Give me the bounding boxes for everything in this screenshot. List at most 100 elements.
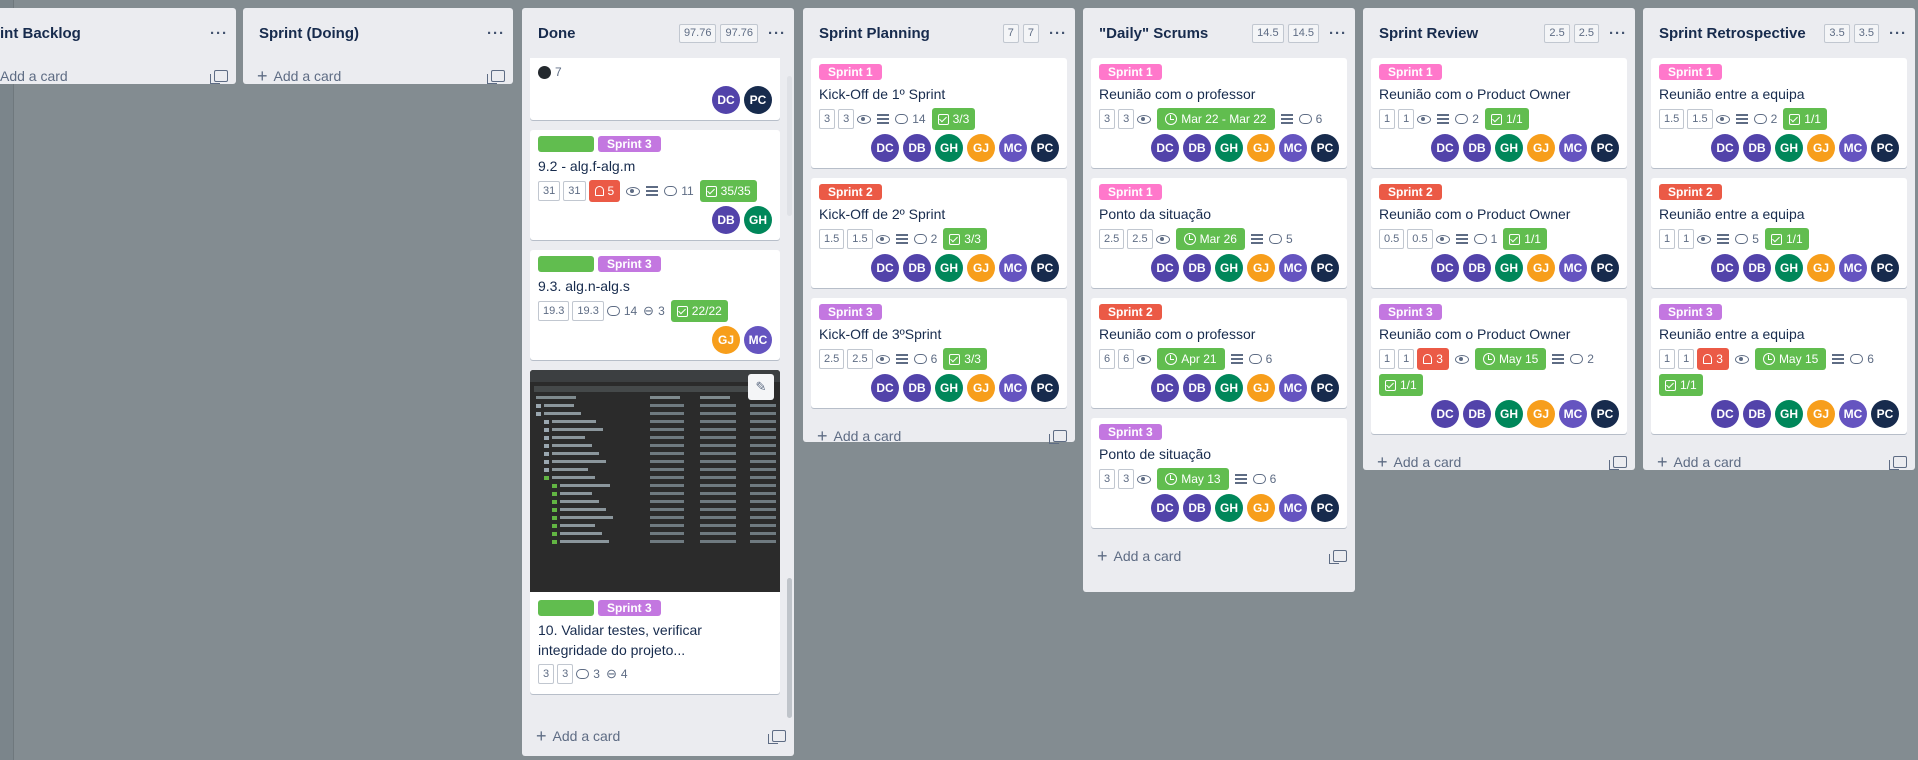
create-from-template-icon[interactable] — [1609, 456, 1627, 470]
avatar[interactable]: DC — [871, 254, 899, 282]
avatar[interactable]: MC — [1559, 400, 1587, 428]
list-scrollbar-thumb[interactable] — [787, 578, 792, 718]
add-card-button[interactable]: + Add a card — [1083, 538, 1355, 574]
avatar[interactable]: MC — [1559, 254, 1587, 282]
card[interactable]: Sprint 1 Kick-Off de 1º Sprint 3 3 14 3/3 DC DB… — [811, 58, 1067, 168]
avatar[interactable]: DC — [1151, 254, 1179, 282]
avatar[interactable]: GH — [1495, 134, 1523, 162]
avatar[interactable]: PC — [1871, 400, 1899, 428]
avatar[interactable]: MC — [1279, 134, 1307, 162]
avatar[interactable]: MC — [999, 254, 1027, 282]
card[interactable]: Sprint 1 Reunião com o Product Owner 1 1 2 1/… — [1371, 58, 1627, 168]
list-menu-icon[interactable]: ··· — [1329, 25, 1346, 42]
list-menu-icon[interactable]: ··· — [1049, 25, 1066, 42]
list-menu-icon[interactable]: ··· — [1889, 25, 1906, 42]
list-title[interactable]: Sprint (Doing) — [259, 25, 477, 42]
avatar[interactable]: DB — [1743, 134, 1771, 162]
avatar[interactable]: PC — [1591, 254, 1619, 282]
avatar[interactable]: PC — [1031, 374, 1059, 402]
avatar[interactable]: GH — [1215, 254, 1243, 282]
avatar[interactable]: DB — [1743, 400, 1771, 428]
card-partial[interactable]: 7 DC PC — [530, 58, 780, 120]
avatar[interactable]: DB — [1463, 254, 1491, 282]
card[interactable]: Sprint 2 Reunião com o professor 6 6 Apr 21 6… — [1091, 298, 1347, 408]
avatar[interactable]: DC — [712, 86, 740, 114]
avatar[interactable]: GJ — [712, 326, 740, 354]
avatar[interactable]: DB — [903, 134, 931, 162]
avatar[interactable]: GH — [1775, 400, 1803, 428]
card[interactable]: Sprint 3 Reunião com o Product Owner 1 1 3 Ma… — [1371, 298, 1627, 434]
card[interactable]: Sprint 2 Reunião com o Product Owner 0.5 0.… — [1371, 178, 1627, 288]
create-from-template-icon[interactable] — [1049, 430, 1067, 444]
avatar[interactable]: GH — [935, 374, 963, 402]
avatar[interactable]: DB — [1463, 400, 1491, 428]
avatar[interactable]: GJ — [967, 374, 995, 402]
avatar[interactable]: GH — [744, 206, 772, 234]
avatar[interactable]: GJ — [1527, 400, 1555, 428]
avatar[interactable]: DC — [1711, 400, 1739, 428]
avatar[interactable]: MC — [1279, 254, 1307, 282]
avatar[interactable]: PC — [1311, 254, 1339, 282]
avatar[interactable]: DC — [1151, 494, 1179, 522]
due-date-badge[interactable]: Mar 22 - Mar 22 — [1157, 108, 1275, 130]
avatar[interactable]: GJ — [1247, 374, 1275, 402]
avatar[interactable]: DB — [1183, 134, 1211, 162]
card[interactable]: Sprint 1 Reunião entre a equipa 1.5 1.5 2 1/1… — [1651, 58, 1907, 168]
avatar[interactable]: DC — [1711, 134, 1739, 162]
avatar[interactable]: GJ — [1247, 494, 1275, 522]
card[interactable]: Sprint 2 Reunião entre a equipa 1 1 5 1/1 DC DB… — [1651, 178, 1907, 288]
avatar[interactable]: GJ — [1247, 134, 1275, 162]
avatar[interactable]: MC — [1279, 494, 1307, 522]
avatar[interactable]: DC — [1151, 134, 1179, 162]
avatar[interactable]: MC — [1839, 254, 1867, 282]
avatar[interactable]: PC — [1031, 254, 1059, 282]
list-title[interactable]: "Daily" Scrums — [1099, 25, 1248, 42]
list-menu-icon[interactable]: ··· — [768, 25, 785, 42]
avatar[interactable]: PC — [1311, 374, 1339, 402]
avatar[interactable]: GH — [1775, 134, 1803, 162]
list-menu-icon[interactable]: ··· — [1609, 25, 1626, 42]
avatar[interactable]: GH — [1215, 134, 1243, 162]
avatar[interactable]: DC — [871, 374, 899, 402]
avatar[interactable]: GJ — [1247, 254, 1275, 282]
due-date-badge[interactable]: May 15 — [1754, 348, 1827, 370]
avatar[interactable]: GJ — [967, 134, 995, 162]
avatar[interactable]: GH — [1775, 254, 1803, 282]
create-from-template-icon[interactable] — [210, 70, 228, 84]
list-title[interactable]: Sprint Planning — [819, 25, 999, 42]
list-title[interactable]: Done — [538, 25, 675, 42]
avatar[interactable]: GH — [1215, 494, 1243, 522]
card[interactable]: Sprint 1 Ponto da situação 2.5 2.5 Mar 26 5 DC… — [1091, 178, 1347, 288]
create-from-template-icon[interactable] — [487, 70, 505, 84]
due-date-badge[interactable]: May 13 — [1157, 468, 1229, 490]
avatar[interactable]: PC — [1311, 134, 1339, 162]
add-card-button[interactable]: + Add a card — [522, 718, 794, 754]
add-card-button[interactable]: + Add a card — [803, 418, 1075, 454]
avatar[interactable]: PC — [744, 86, 772, 114]
avatar[interactable]: GH — [1495, 400, 1523, 428]
avatar[interactable]: DB — [712, 206, 740, 234]
list-title[interactable]: Sprint Retrospective — [1659, 25, 1820, 42]
avatar[interactable]: MC — [744, 326, 772, 354]
avatar[interactable]: DC — [1431, 134, 1459, 162]
avatar[interactable]: GH — [935, 254, 963, 282]
avatar[interactable]: GJ — [1527, 134, 1555, 162]
create-from-template-icon[interactable] — [1329, 550, 1347, 564]
add-card-button[interactable]: + Add a card — [243, 58, 513, 94]
avatar[interactable]: PC — [1591, 400, 1619, 428]
avatar[interactable]: DC — [871, 134, 899, 162]
card[interactable]: Sprint 3 Reunião entre a equipa 1 1 3 May 15 6… — [1651, 298, 1907, 434]
avatar[interactable]: MC — [1839, 134, 1867, 162]
avatar[interactable]: GJ — [1807, 134, 1835, 162]
avatar[interactable]: DC — [1151, 374, 1179, 402]
card[interactable]: Sprint 1 Reunião com o professor 3 3 Mar 22 … — [1091, 58, 1347, 168]
card-with-cover[interactable]: ✎ Sprint 3 10. Validar testes, verificar… — [530, 370, 780, 694]
card[interactable]: Sprint 2 Kick-Off de 2º Sprint 1.5 1.5 2 3/3 D… — [811, 178, 1067, 288]
avatar[interactable]: PC — [1311, 494, 1339, 522]
avatar[interactable]: GH — [935, 134, 963, 162]
avatar[interactable]: DB — [1463, 134, 1491, 162]
card[interactable]: Sprint 3 9.2 - alg.f-alg.m 31 31 5 11 35/… — [530, 130, 780, 240]
avatar[interactable]: GJ — [967, 254, 995, 282]
avatar[interactable]: PC — [1591, 134, 1619, 162]
avatar[interactable]: DB — [1743, 254, 1771, 282]
